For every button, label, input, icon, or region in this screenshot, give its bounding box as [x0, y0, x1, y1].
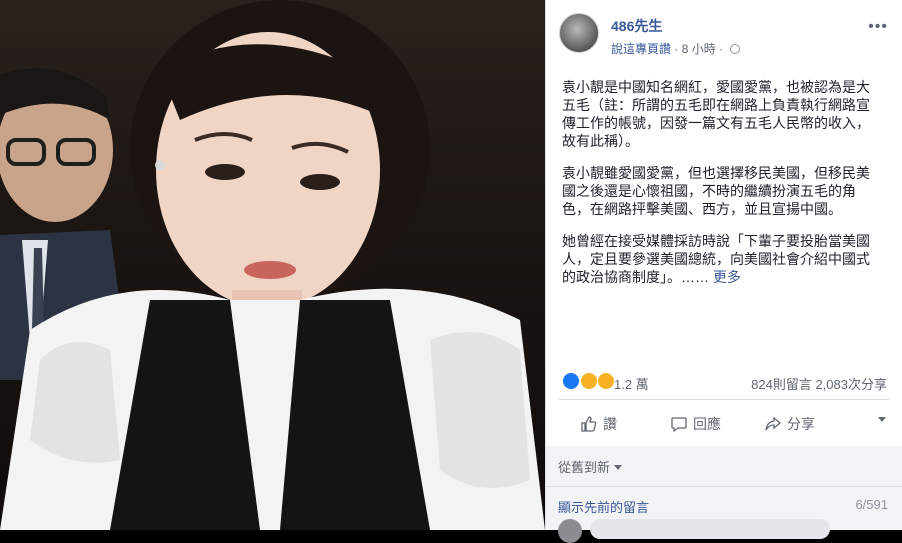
view-previous-comments-link[interactable]: 顯示先前的留言 [558, 497, 649, 516]
reaction-icons[interactable] [562, 372, 616, 390]
post-meta: 說這專頁讚 · 8 小時 · [611, 40, 741, 57]
share-button[interactable]: 分享 [765, 414, 815, 434]
haha-reaction-icon [579, 372, 598, 390]
comment-count: 6/591 [855, 497, 888, 512]
photo-illustration [0, 0, 545, 530]
chevron-down-icon [614, 465, 623, 470]
share-icon [765, 416, 781, 431]
page-avatar[interactable] [559, 13, 599, 53]
meta-separator: · [674, 42, 679, 56]
thumbs-up-icon [581, 416, 597, 432]
divider [546, 486, 902, 487]
page-name-link[interactable]: 486先生 [611, 16, 662, 36]
see-more-link[interactable]: 更多 [713, 269, 741, 285]
post-actions: 讚 回應 分享 [559, 407, 890, 439]
comment-share-counts: 824則留言 2,083次分享 [751, 374, 887, 393]
post-body: 袁小靚是中國知名網紅，愛國愛黨，也被認為是大五毛（註：所謂的五毛即在網路上負責執… [562, 78, 880, 300]
comments-count[interactable]: 824則留言 [751, 377, 812, 392]
meta-separator-2: · [719, 42, 724, 56]
post-panel: 486先生 說這專頁讚 · 8 小時 · ••• 袁小靚是中國知名網紅，愛國愛黨… [545, 0, 902, 543]
comment-sort-label: 從舊到新 [558, 460, 611, 475]
like-page-link[interactable]: 說這專頁讚 [611, 42, 671, 56]
wow-reaction-icon [597, 372, 616, 390]
divider [559, 399, 889, 400]
post-paragraph: 她曾經在接受媒體採訪時說「下輩子要投胎當美國人，定且要參選美國總統，向美國社會介… [562, 232, 880, 286]
comment-icon [671, 417, 687, 432]
comment-button[interactable]: 回應 [671, 414, 721, 434]
post-photo[interactable] [0, 0, 545, 530]
audience-dropdown-icon[interactable] [878, 417, 886, 422]
like-reaction-icon [562, 372, 580, 390]
post-paragraph: 袁小靚是中國知名網紅，愛國愛黨，也被認為是大五毛（註：所謂的五毛即在網路上負責執… [562, 79, 870, 149]
post-paragraph: 袁小靚雖愛國愛黨，但也選擇移民美國，但移民美國之後還是心懷祖國，不時的繼續扮演五… [562, 165, 870, 217]
post-time[interactable]: 8 小時 [682, 42, 716, 56]
comment-sort-dropdown[interactable]: 從舊到新 [558, 457, 623, 476]
like-label: 讚 [603, 416, 617, 432]
reaction-count[interactable]: 1.2 萬 [614, 374, 649, 393]
comment-label: 回應 [693, 416, 721, 432]
more-options-icon[interactable]: ••• [868, 18, 888, 36]
post-stats: 1.2 萬 824則留言 2,083次分享 [562, 372, 887, 392]
share-label: 分享 [787, 416, 815, 432]
globe-icon [730, 44, 741, 54]
like-button[interactable]: 讚 [581, 414, 617, 434]
comment-bubble [590, 519, 830, 539]
commenter-avatar[interactable] [558, 519, 582, 543]
shares-count[interactable]: 2,083次分享 [815, 377, 887, 392]
